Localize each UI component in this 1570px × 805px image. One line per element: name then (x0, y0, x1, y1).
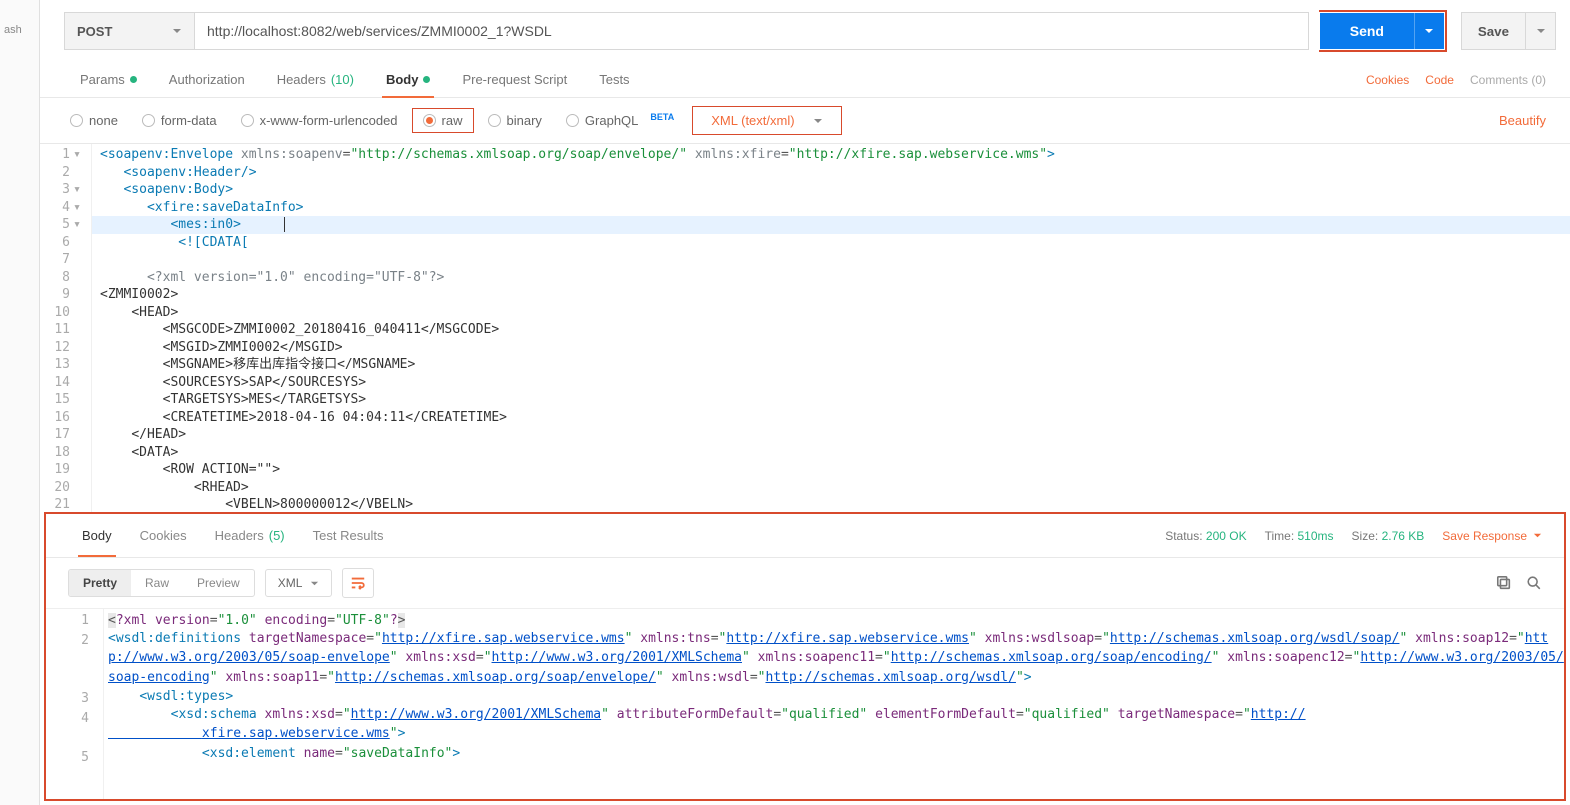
resp-tab-body[interactable]: Body (68, 514, 126, 557)
wrap-toggle[interactable] (342, 568, 374, 598)
chevron-down-icon (310, 579, 319, 588)
radio-icon (241, 114, 254, 127)
resp-tab-testresults[interactable]: Test Results (299, 514, 398, 557)
code-area[interactable]: <?xml version="1.0" encoding="UTF-8"?><w… (104, 609, 1564, 799)
url-bar: POST Send Save (40, 0, 1570, 62)
time-value: 510ms (1298, 529, 1334, 543)
tab-prerequest[interactable]: Pre-request Script (446, 62, 583, 97)
body-type-binary[interactable]: binary (478, 109, 552, 132)
sidebar-item[interactable]: ash (0, 16, 39, 44)
beta-badge: BETA (650, 112, 674, 122)
request-tabs: Params Authorization Headers(10) Body Pr… (40, 62, 1570, 98)
chevron-down-icon (1424, 26, 1434, 36)
url-input[interactable] (194, 12, 1309, 50)
tab-body[interactable]: Body (370, 62, 447, 97)
response-tabs: Body Cookies Headers(5) Test Results Sta… (46, 514, 1564, 558)
resp-tab-cookies[interactable]: Cookies (126, 514, 201, 557)
view-preview[interactable]: Preview (183, 570, 254, 596)
body-type-none[interactable]: none (60, 109, 128, 132)
view-pretty[interactable]: Pretty (69, 570, 131, 596)
view-raw[interactable]: Raw (131, 570, 183, 596)
indicator-dot (130, 76, 137, 83)
save-dropdown[interactable] (1526, 12, 1556, 50)
content-type-select[interactable]: XML (text/xml) (692, 106, 841, 135)
response-view-row: Pretty Raw Preview XML (46, 558, 1564, 609)
response-panel: Body Cookies Headers(5) Test Results Sta… (44, 512, 1566, 801)
radio-icon (142, 114, 155, 127)
tab-tests[interactable]: Tests (583, 62, 645, 97)
wrap-icon (350, 575, 366, 591)
chevron-down-icon (172, 26, 182, 36)
tab-headers[interactable]: Headers(10) (261, 62, 370, 97)
indicator-dot (423, 76, 430, 83)
comments-link[interactable]: Comments (0) (1470, 73, 1546, 87)
radio-icon (70, 114, 83, 127)
send-dropdown[interactable] (1414, 13, 1444, 49)
chevron-down-icon (1533, 531, 1542, 540)
response-format-select[interactable]: XML (265, 569, 333, 597)
request-body-editor[interactable]: 1▾23▾4▾5▾6789101112131415161718192021 <s… (40, 144, 1570, 512)
radio-icon (488, 114, 501, 127)
http-method-select[interactable]: POST (64, 12, 194, 50)
sidebar-item[interactable] (0, 0, 39, 16)
resp-tab-headers[interactable]: Headers(5) (201, 514, 299, 557)
radio-icon (566, 114, 579, 127)
code-area[interactable]: <soapenv:Envelope xmlns:soapenv="http://… (92, 144, 1570, 512)
radio-icon (423, 114, 436, 127)
copy-icon[interactable] (1496, 575, 1512, 591)
beautify-link[interactable]: Beautify (1499, 113, 1546, 128)
tab-authorization[interactable]: Authorization (153, 62, 261, 97)
cookies-link[interactable]: Cookies (1366, 73, 1409, 87)
search-icon[interactable] (1526, 575, 1542, 591)
body-type-graphql[interactable]: GraphQL (556, 109, 648, 132)
body-type-xwww[interactable]: x-www-form-urlencoded (231, 109, 408, 132)
left-sidebar: ash (0, 0, 40, 805)
view-mode-segment: Pretty Raw Preview (68, 569, 255, 597)
body-type-raw[interactable]: raw (412, 108, 474, 133)
code-link[interactable]: Code (1425, 73, 1454, 87)
save-response-button[interactable]: Save Response (1442, 529, 1542, 543)
status-value: 200 OK (1206, 529, 1247, 543)
body-type-formdata[interactable]: form-data (132, 109, 227, 132)
body-type-row: none form-data x-www-form-urlencoded raw… (40, 98, 1570, 144)
chevron-down-icon (1536, 26, 1546, 36)
response-body-editor[interactable]: 12345 <?xml version="1.0" encoding="UTF-… (46, 609, 1564, 799)
tab-params[interactable]: Params (64, 62, 153, 97)
size-value: 2.76 KB (1382, 529, 1425, 543)
line-gutter: 12345 (46, 609, 104, 799)
chevron-down-icon (813, 116, 823, 126)
line-gutter: 1▾23▾4▾5▾6789101112131415161718192021 (40, 144, 92, 512)
send-button[interactable]: Send (1320, 13, 1414, 49)
http-method-label: POST (77, 24, 112, 39)
save-button[interactable]: Save (1461, 12, 1526, 50)
